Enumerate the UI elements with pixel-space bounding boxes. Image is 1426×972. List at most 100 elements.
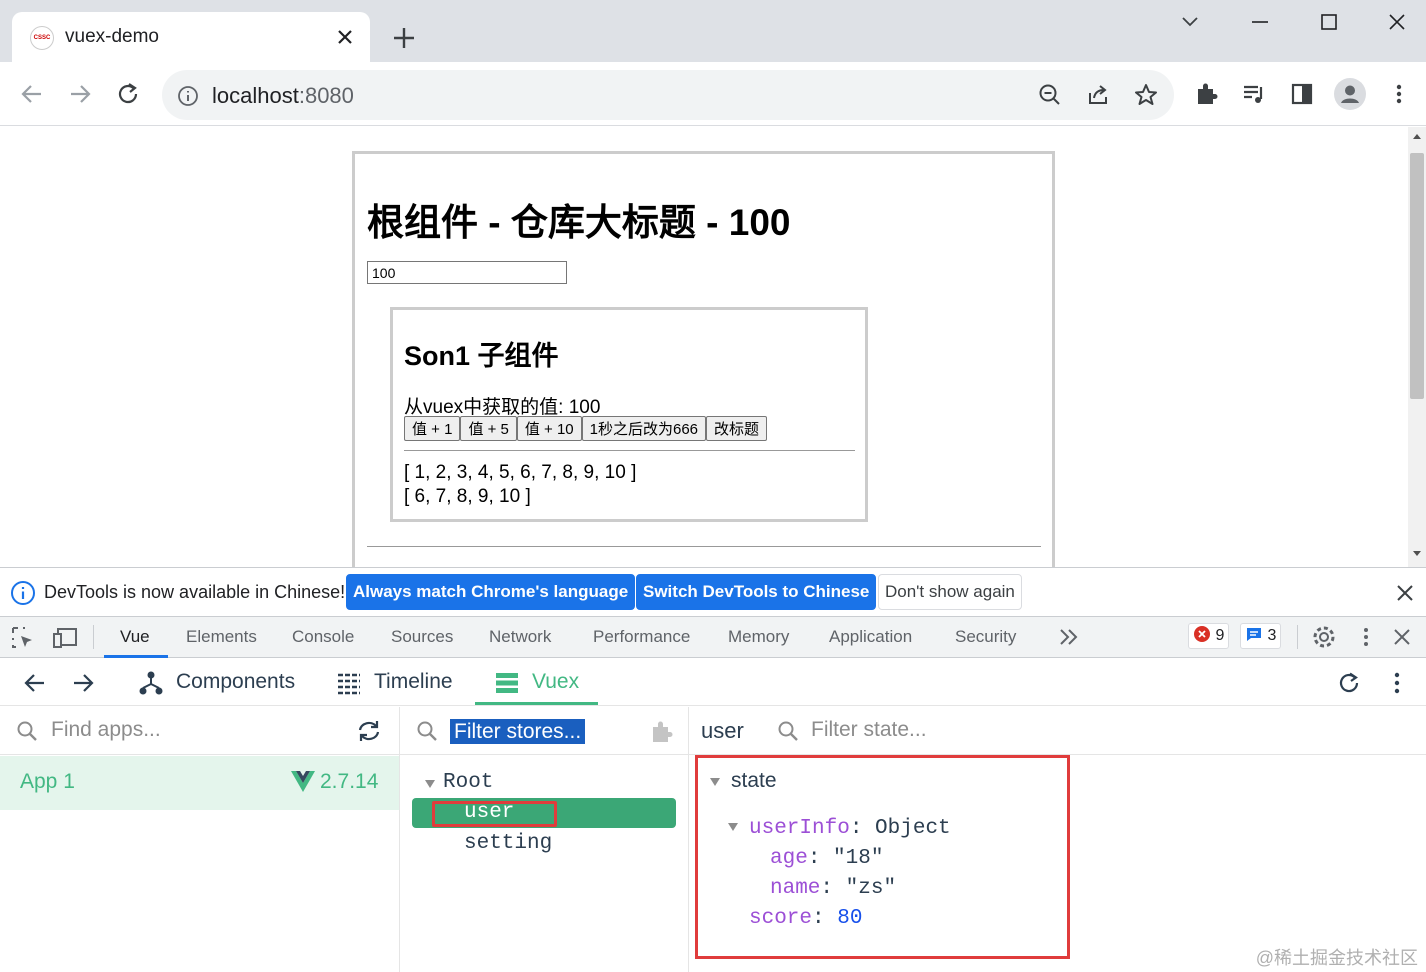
timeline-icon (336, 671, 362, 695)
scrollbar-thumb[interactable] (1410, 153, 1424, 399)
stores-filter-input[interactable]: Filter stores... (450, 719, 586, 744)
devtools-language-infobar: DevTools is now available in Chinese! Al… (0, 567, 1426, 617)
message-count-badge[interactable]: 3 (1240, 623, 1282, 649)
new-tab-icon[interactable] (390, 24, 418, 52)
search-icon (16, 720, 38, 742)
stores-search-bar[interactable]: Filter stores... (400, 707, 688, 755)
state-score-row[interactable]: score: 80 (749, 907, 862, 930)
state-userinfo-row[interactable]: userInfo: Object (749, 817, 951, 840)
media-controls-icon[interactable] (1240, 80, 1268, 108)
always-match-language-button[interactable]: Always match Chrome's language (346, 574, 636, 610)
score-key: score (749, 907, 813, 930)
side-panel-icon[interactable] (1288, 80, 1316, 108)
app-version: 2.7.14 (320, 770, 379, 793)
tab-title: vuex-demo (65, 26, 159, 47)
name-key: name (770, 877, 821, 900)
state-expand-caret-icon[interactable] (709, 777, 721, 787)
state-name-row[interactable]: name: "zs" (770, 877, 896, 900)
tab-application[interactable]: Application (829, 627, 912, 647)
add-1-button[interactable]: 值 + 1 (404, 416, 461, 441)
userinfo-expand-caret-icon[interactable] (727, 822, 739, 832)
address-bar[interactable]: localhost:8080 (162, 70, 1174, 120)
store-setting[interactable]: setting (464, 832, 552, 855)
app-list-item[interactable]: App 1 2.7.14 (0, 756, 399, 810)
back-icon[interactable] (18, 80, 46, 108)
refresh-icon[interactable] (1336, 670, 1362, 696)
vue-forward-icon[interactable] (70, 670, 96, 696)
toolbar-divider (93, 625, 94, 649)
tab-network[interactable]: Network (489, 627, 551, 647)
profile-avatar-icon[interactable] (1334, 78, 1366, 110)
switch-to-chinese-button[interactable]: Switch DevTools to Chinese (636, 574, 877, 610)
tab-security[interactable]: Security (955, 627, 1016, 647)
state-filter-input[interactable]: Filter state... (811, 718, 927, 742)
dont-show-again-button[interactable]: Don't show again (878, 574, 1022, 610)
share-icon[interactable] (1084, 81, 1112, 109)
vue-logo-icon (291, 771, 315, 793)
tab-performance[interactable]: Performance (593, 627, 690, 647)
state-section-label[interactable]: state (731, 769, 777, 793)
browser-tab[interactable]: CSSC vuex-demo (12, 12, 370, 62)
zoom-icon[interactable] (1036, 81, 1064, 109)
apps-search-input[interactable]: Find apps... (51, 718, 161, 742)
add-5-button[interactable]: 值 + 5 (460, 416, 517, 441)
apps-search-bar[interactable]: Find apps... (0, 707, 399, 755)
vue-more-icon[interactable] (1385, 670, 1409, 696)
maximize-icon[interactable] (1308, 8, 1348, 36)
stores-pane: Filter stores... Root user setting (400, 707, 689, 972)
state-age-row[interactable]: age: "18" (770, 847, 883, 870)
root-divider (367, 546, 1041, 547)
root-expand-caret-icon[interactable] (424, 779, 436, 789)
son1-title: Son1 子组件 (404, 341, 559, 371)
more-tabs-icon[interactable] (1058, 626, 1080, 648)
change-title-button[interactable]: 改标题 (706, 416, 768, 441)
apps-pane: Find apps... App 1 2.7.14 (0, 707, 400, 972)
tab-search-icon[interactable] (1170, 8, 1210, 36)
bookmark-star-icon[interactable] (1132, 81, 1160, 109)
components-icon (138, 670, 164, 696)
son1-list-filtered: [ 6, 7, 8, 9, 10 ] (404, 486, 531, 507)
chrome-menu-icon[interactable] (1385, 80, 1413, 108)
root-count-input[interactable] (367, 261, 567, 284)
son1-button-group: 值 + 1 值 + 5 值 + 10 1秒之后改为666 改标题 (404, 416, 768, 441)
device-toolbar-icon[interactable] (52, 625, 80, 651)
vue-back-icon[interactable] (22, 670, 48, 696)
site-info-icon[interactable] (176, 84, 200, 108)
add-10-button[interactable]: 值 + 10 (516, 416, 582, 441)
inspect-element-icon[interactable] (10, 625, 36, 651)
age-key: age (770, 847, 808, 870)
vue-nav-timeline[interactable]: Timeline (374, 670, 453, 694)
close-tab-icon[interactable] (332, 24, 358, 50)
infobar-close-icon[interactable] (1392, 580, 1418, 606)
puzzle-icon[interactable] (650, 720, 674, 744)
sync-apps-icon[interactable] (356, 719, 382, 743)
vue-nav-components[interactable]: Components (176, 670, 295, 694)
window-close-icon[interactable] (1377, 8, 1417, 36)
state-search-bar[interactable]: user Filter state... (689, 707, 1426, 755)
tab-vue[interactable]: Vue (120, 627, 150, 647)
settings-gear-icon[interactable] (1311, 624, 1337, 650)
toolbar-divider (1297, 625, 1298, 649)
vue-nav-vuex[interactable]: Vuex (532, 670, 579, 694)
tab-memory[interactable]: Memory (728, 627, 789, 647)
async-666-button[interactable]: 1秒之后改为666 (581, 416, 707, 441)
page-scrollbar[interactable] (1408, 127, 1426, 567)
url-text[interactable]: localhost:8080 (212, 83, 354, 109)
vue-devtools-toolbar: Components Timeline Vuex (0, 658, 1426, 706)
error-count-badge[interactable]: 9 (1188, 623, 1230, 649)
devtools-menu-icon[interactable] (1354, 624, 1378, 650)
state-module-name: user (701, 718, 744, 743)
watermark: @稀土掘金技术社区 (1255, 948, 1418, 968)
tab-elements[interactable]: Elements (186, 627, 257, 647)
devtools-close-icon[interactable] (1389, 624, 1415, 650)
store-root[interactable]: Root (443, 771, 493, 794)
reload-icon[interactable] (114, 80, 142, 108)
tab-sources[interactable]: Sources (391, 627, 453, 647)
search-icon (777, 720, 799, 742)
userinfo-type: Object (875, 817, 951, 840)
state-pane: user Filter state... state userInfo: Obj… (689, 707, 1426, 972)
forward-icon[interactable] (66, 80, 94, 108)
tab-console[interactable]: Console (292, 627, 354, 647)
minimize-icon[interactable] (1240, 8, 1280, 36)
extensions-icon[interactable] (1193, 80, 1221, 108)
